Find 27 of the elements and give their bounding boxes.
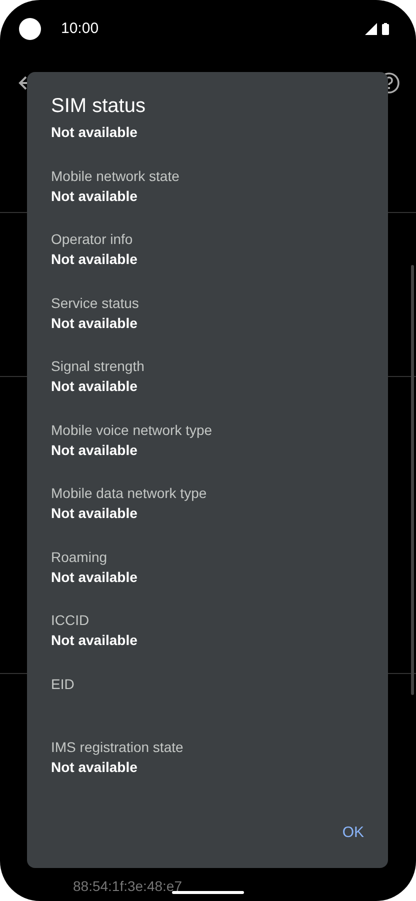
field-value: Not available bbox=[51, 314, 138, 332]
dialog-title: SIM status bbox=[51, 94, 146, 119]
field-label: EID bbox=[51, 674, 76, 694]
camera-cutout bbox=[19, 18, 41, 40]
field-label: Operator info bbox=[51, 230, 134, 249]
status-time: 10:00 bbox=[61, 18, 99, 39]
field-value: Not available bbox=[51, 250, 138, 269]
field-label: Mobile network state bbox=[51, 166, 180, 186]
field-label: Service status bbox=[51, 294, 140, 312]
field-label: Mobile voice network type bbox=[51, 420, 214, 440]
field-label: IMS registration state bbox=[51, 738, 184, 757]
signal-icon bbox=[365, 23, 377, 35]
field-label: Roaming bbox=[51, 548, 108, 566]
field-value: Not available bbox=[51, 440, 138, 460]
field-value: Not available bbox=[51, 186, 138, 206]
field-value: Not available bbox=[51, 123, 138, 142]
field-label: ICCID bbox=[51, 611, 90, 630]
field-value: Not available bbox=[51, 568, 138, 586]
field-value: Not available bbox=[51, 377, 138, 396]
field-value: Not available bbox=[51, 504, 138, 523]
ok-button[interactable]: OK bbox=[334, 814, 372, 852]
field-value: Not available bbox=[51, 631, 138, 650]
mac-address-text: 88:54:1f:3e:48:e7 bbox=[73, 877, 182, 896]
battery-icon bbox=[382, 23, 389, 35]
field-label: Mobile data network type bbox=[51, 484, 208, 503]
field-value: Not available bbox=[51, 758, 138, 777]
field-label: Signal strength bbox=[51, 357, 146, 376]
